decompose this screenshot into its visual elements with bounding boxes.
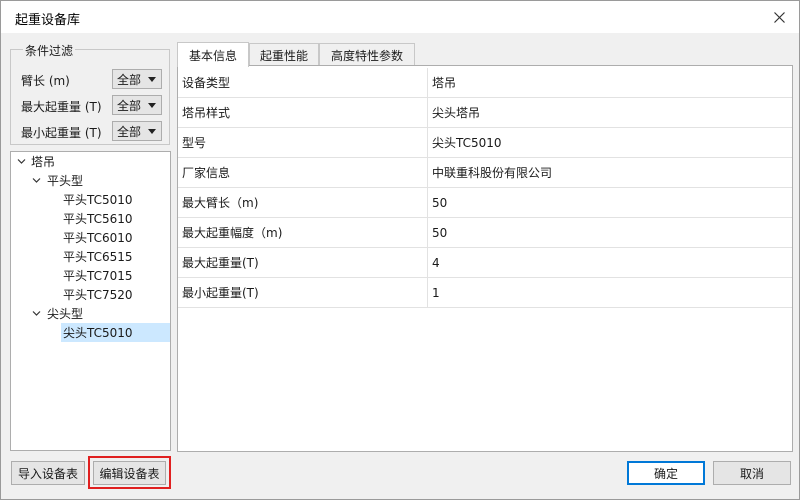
filter-row-arm-length: 臂长 (m) 全部 xyxy=(11,69,171,89)
table-row[interactable]: 最大起重幅度（m) 50 xyxy=(178,218,792,248)
tree-item-label: 平头TC5610 xyxy=(63,212,133,226)
property-name: 塔吊样式 xyxy=(178,98,428,127)
close-button[interactable] xyxy=(759,1,799,33)
filter-row-min-load: 最小起重量 (T) 全部 xyxy=(11,121,171,141)
property-value: 塔吊 xyxy=(432,76,457,90)
tree-item-label: 平头TC6515 xyxy=(63,250,133,264)
tree-item-label: 平头TC5010 xyxy=(63,193,133,207)
highlight-annotation xyxy=(88,456,171,489)
property-value: 1 xyxy=(432,285,440,300)
property-name: 最小起重量(T) xyxy=(178,278,428,307)
tree-item-label: 平头TC7520 xyxy=(63,288,133,302)
chevron-down-icon[interactable] xyxy=(31,175,41,185)
select-value: 全部 xyxy=(117,98,142,113)
property-value: 尖头塔吊 xyxy=(432,106,481,120)
tree-item[interactable]: 平头TC6010 xyxy=(61,228,170,247)
tab-label: 起重性能 xyxy=(259,48,308,63)
dropdown-arrow-icon xyxy=(148,129,156,134)
tree-item[interactable]: 平头TC5610 xyxy=(61,209,170,228)
button-label: 导入设备表 xyxy=(17,466,78,481)
filter-legend: 条件过滤 xyxy=(23,42,76,59)
tree-item[interactable]: 平头TC7520 xyxy=(61,285,170,304)
table-row[interactable]: 最大臂长（m) 50 xyxy=(178,188,792,218)
property-name: 设备类型 xyxy=(178,68,428,97)
ok-button[interactable]: 确定 xyxy=(627,461,705,485)
property-name: 最大起重量(T) xyxy=(178,248,428,277)
arm-length-select[interactable]: 全部 xyxy=(112,69,162,89)
select-value: 全部 xyxy=(117,124,142,139)
tree-item[interactable]: 平头TC7015 xyxy=(61,266,170,285)
filter-group: 条件过滤 臂长 (m) 全部 最大起重量 (T) 全部 最小起重量 (T) 全部 xyxy=(10,42,171,145)
tab-label: 基本信息 xyxy=(188,48,237,63)
tree-item-label: 尖头TC5010 xyxy=(63,326,133,340)
property-value: 尖头TC5010 xyxy=(432,136,502,150)
dropdown-arrow-icon xyxy=(148,77,156,82)
filter-label: 最大起重量 (T) xyxy=(21,100,102,114)
property-name: 型号 xyxy=(178,128,428,157)
select-value: 全部 xyxy=(117,72,142,87)
tree-item-label: 平头TC7015 xyxy=(63,269,133,283)
min-load-select[interactable]: 全部 xyxy=(112,121,162,141)
close-icon xyxy=(773,11,785,23)
property-name: 最大起重幅度（m) xyxy=(178,218,428,247)
import-table-button[interactable]: 导入设备表 xyxy=(11,461,85,485)
button-label: 取消 xyxy=(739,466,764,481)
tab-basic-info[interactable]: 基本信息 xyxy=(177,42,249,67)
table-row[interactable]: 厂家信息 中联重科股份有限公司 xyxy=(178,158,792,188)
table-row[interactable]: 最小起重量(T) 1 xyxy=(178,278,792,308)
tree-node-label: 塔吊 xyxy=(31,155,56,169)
table-row[interactable]: 型号 尖头TC5010 xyxy=(178,128,792,158)
property-value: 4 xyxy=(432,255,440,270)
filter-label: 最小起重量 (T) xyxy=(21,126,102,140)
tab-height-parameters[interactable]: 高度特性参数 xyxy=(319,43,415,66)
tree-item-label: 平头TC6010 xyxy=(63,231,133,245)
max-load-select[interactable]: 全部 xyxy=(112,95,162,115)
property-value: 50 xyxy=(432,195,448,210)
equipment-tree: 塔吊 平头型 平头TC5010 平头TC5610 平头TC6010 平头TC65… xyxy=(10,151,171,451)
chevron-down-icon[interactable] xyxy=(31,308,41,318)
tree-node-label: 尖头型 xyxy=(47,307,84,321)
property-value: 50 xyxy=(432,225,448,240)
tab-lifting-performance[interactable]: 起重性能 xyxy=(249,43,319,66)
table-row[interactable]: 设备类型 塔吊 xyxy=(178,68,792,98)
tree-item-selected[interactable]: 尖头TC5010 xyxy=(61,323,170,342)
button-label: 确定 xyxy=(653,466,678,481)
filter-row-max-load: 最大起重量 (T) 全部 xyxy=(11,95,171,115)
title-bar: 起重设备库 xyxy=(1,1,799,33)
properties-table: 设备类型 塔吊 塔吊样式 尖头塔吊 型号 尖头TC5010 厂家信息 中联重科股… xyxy=(177,65,793,452)
tab-label: 高度特性参数 xyxy=(330,48,403,63)
cancel-button[interactable]: 取消 xyxy=(713,461,791,485)
equipment-library-dialog: 起重设备库 条件过滤 臂长 (m) 全部 最大起重量 (T) 全部 最小起重量 … xyxy=(0,0,800,500)
property-name: 最大臂长（m) xyxy=(178,188,428,217)
dropdown-arrow-icon xyxy=(148,103,156,108)
filter-label: 臂长 (m) xyxy=(21,74,70,88)
tree-node-pointed-top[interactable]: 尖头型 xyxy=(11,304,170,323)
property-value: 中联重科股份有限公司 xyxy=(432,166,553,180)
dialog-title: 起重设备库 xyxy=(15,13,81,28)
table-row[interactable]: 塔吊样式 尖头塔吊 xyxy=(178,98,792,128)
tree-node-flat-top[interactable]: 平头型 xyxy=(11,171,170,190)
tree-item[interactable]: 平头TC6515 xyxy=(61,247,170,266)
tree-item[interactable]: 平头TC5010 xyxy=(61,190,170,209)
property-name: 厂家信息 xyxy=(178,158,428,187)
chevron-down-icon[interactable] xyxy=(16,156,26,166)
tree-node-label: 平头型 xyxy=(47,174,84,188)
table-row[interactable]: 最大起重量(T) 4 xyxy=(178,248,792,278)
tree-node-tower-crane[interactable]: 塔吊 xyxy=(11,152,170,171)
